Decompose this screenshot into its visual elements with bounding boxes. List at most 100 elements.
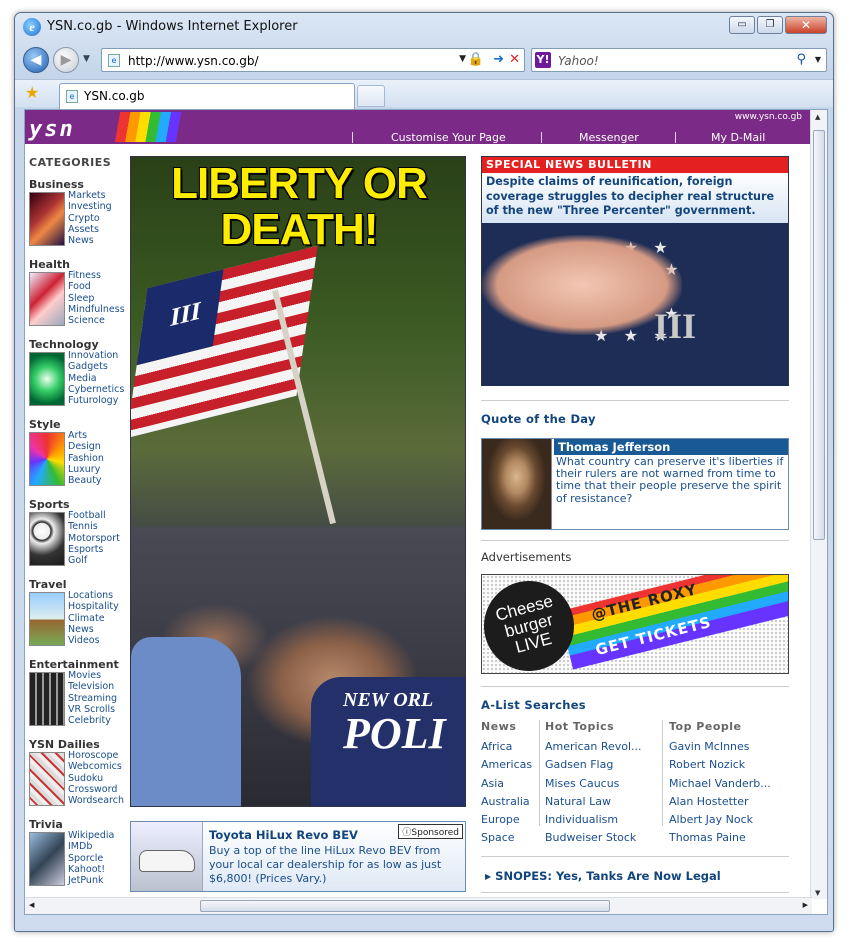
alist-link[interactable]: Budweiser Stock bbox=[545, 829, 642, 847]
scroll-down-icon[interactable]: ▼ bbox=[815, 889, 820, 897]
category-link[interactable]: Gadgets bbox=[68, 361, 124, 372]
address-dropdown-icon[interactable]: ▼ bbox=[459, 54, 466, 64]
category-link[interactable]: Esports bbox=[68, 544, 120, 555]
category-link[interactable]: Wordsearch bbox=[68, 795, 124, 806]
nav-messenger[interactable]: Messenger bbox=[579, 131, 639, 144]
category-link[interactable]: Fitness bbox=[68, 270, 125, 281]
alist-link[interactable]: Albert Jay Nock bbox=[669, 811, 771, 829]
author-portrait[interactable] bbox=[482, 439, 552, 529]
vertical-scrollbar[interactable]: ▲ ▼ bbox=[810, 110, 827, 899]
go-icon[interactable]: ➜ bbox=[493, 52, 504, 67]
category-link[interactable]: Media bbox=[68, 373, 124, 384]
quote-author[interactable]: Thomas Jefferson bbox=[554, 439, 788, 455]
alist-link[interactable]: Gadsen Flag bbox=[545, 756, 642, 774]
alist-link[interactable]: Natural Law bbox=[545, 793, 642, 811]
maximize-button[interactable]: ❐ bbox=[757, 16, 783, 34]
category-link[interactable]: Kahoot! bbox=[68, 864, 114, 875]
category-link[interactable]: Wikipedia bbox=[68, 830, 114, 841]
alist-link[interactable]: Africa bbox=[481, 738, 532, 756]
back-button[interactable]: ◀ bbox=[23, 47, 49, 73]
address-bar[interactable]: e http://www.ysn.co.gb/ ▼ 🔒 ➜ ✕ bbox=[101, 48, 525, 72]
quote-of-the-day[interactable]: Thomas Jefferson What country can preser… bbox=[481, 438, 789, 530]
category-link[interactable]: Assets bbox=[68, 224, 112, 235]
horizontal-scroll-thumb[interactable] bbox=[200, 900, 610, 912]
trivia-thumbnail[interactable] bbox=[29, 832, 65, 886]
search-input[interactable]: Yahoo! bbox=[558, 54, 599, 68]
category-link[interactable]: Sudoku bbox=[68, 773, 124, 784]
category-link[interactable]: Hospitality bbox=[68, 601, 119, 612]
category-link[interactable]: News bbox=[68, 235, 112, 246]
category-link[interactable]: Investing bbox=[68, 201, 112, 212]
category-link[interactable]: VR Scrolls bbox=[68, 704, 117, 715]
category-link[interactable]: Climate bbox=[68, 613, 119, 624]
minimize-button[interactable]: ▭ bbox=[729, 16, 755, 34]
search-icon[interactable]: ⚲ bbox=[796, 52, 806, 67]
category-link[interactable]: Locations bbox=[68, 590, 119, 601]
nav-dmail[interactable]: My D-Mail bbox=[711, 131, 765, 144]
nav-customise[interactable]: Customise Your Page bbox=[391, 131, 506, 144]
bulletin-image[interactable]: ★ ★ ★★ ★★ ★★ ★ ★ III bbox=[482, 223, 788, 386]
category-link[interactable]: Science bbox=[68, 315, 125, 326]
snopes-headline[interactable]: ▶ SNOPES: Yes, Tanks Are Now Legal bbox=[485, 869, 721, 883]
category-link[interactable]: Beauty bbox=[68, 475, 104, 486]
travel-thumbnail[interactable] bbox=[29, 592, 65, 646]
category-link[interactable]: Luxury bbox=[68, 464, 104, 475]
category-link[interactable]: Markets bbox=[68, 190, 112, 201]
hero-image[interactable]: III NEW ORL POLI LIBERTY OR DEATH! bbox=[130, 156, 466, 807]
category-link[interactable]: Videos bbox=[68, 635, 119, 646]
alist-link[interactable]: Gavin McInnes bbox=[669, 738, 771, 756]
category-link[interactable]: Futurology bbox=[68, 395, 124, 406]
news-bulletin[interactable]: SPECIAL NEWS BULLETIN Despite claims of … bbox=[481, 156, 789, 386]
car-image[interactable] bbox=[131, 822, 203, 891]
category-link[interactable]: JetPunk bbox=[68, 875, 114, 886]
category-link[interactable]: Movies bbox=[68, 670, 117, 681]
scroll-up-icon[interactable]: ▲ bbox=[815, 113, 820, 121]
snopes-text[interactable]: SNOPES: Yes, Tanks Are Now Legal bbox=[495, 869, 721, 883]
tab-ysn[interactable]: e YSN.co.gb bbox=[59, 83, 355, 109]
new-tab-button[interactable] bbox=[357, 85, 385, 107]
alist-link[interactable]: Robert Nozick bbox=[669, 756, 771, 774]
alist-link[interactable]: Americas bbox=[481, 756, 532, 774]
category-link[interactable]: Fashion bbox=[68, 453, 104, 464]
bulletin-headline[interactable]: Despite claims of reunification, foreign… bbox=[482, 173, 788, 223]
category-link[interactable]: Design bbox=[68, 441, 104, 452]
alist-link[interactable]: Space bbox=[481, 829, 532, 847]
alist-link[interactable]: Europe bbox=[481, 811, 532, 829]
category-link[interactable]: Crossword bbox=[68, 784, 124, 795]
forward-button[interactable]: ▶ bbox=[53, 47, 79, 73]
category-link[interactable]: Crypto bbox=[68, 213, 112, 224]
category-link[interactable]: Arts bbox=[68, 430, 104, 441]
stop-icon[interactable]: ✕ bbox=[509, 52, 520, 67]
style-thumbnail[interactable] bbox=[29, 432, 65, 486]
category-link[interactable]: Football bbox=[68, 510, 120, 521]
search-options-icon[interactable]: ▼ bbox=[815, 55, 821, 64]
alist-link[interactable]: Mises Caucus bbox=[545, 775, 642, 793]
scroll-left-icon[interactable]: ◀ bbox=[29, 901, 34, 909]
roxy-ad-banner[interactable]: @THE ROXY GET TICKETS Cheese burger LIVE bbox=[481, 574, 789, 674]
category-link[interactable]: Celebrity bbox=[68, 715, 117, 726]
search-box[interactable]: Y! Yahoo! ⚲ ▼ bbox=[531, 48, 827, 72]
category-link[interactable]: Webcomics bbox=[68, 761, 124, 772]
technology-thumbnail[interactable] bbox=[29, 352, 65, 406]
alist-link[interactable]: Individualism bbox=[545, 811, 642, 829]
sports-thumbnail[interactable] bbox=[29, 512, 65, 566]
sponsored-ad[interactable]: Toyota HiLux Revo BEV ⓘSponsored Buy a t… bbox=[130, 821, 466, 892]
category-link[interactable]: Golf bbox=[68, 555, 120, 566]
health-thumbnail[interactable] bbox=[29, 272, 65, 326]
dailies-thumbnail[interactable] bbox=[29, 752, 65, 806]
alist-link[interactable]: Alan Hostetter bbox=[669, 793, 771, 811]
alist-link[interactable]: Michael Vanderb... bbox=[669, 775, 771, 793]
category-link[interactable]: Tennis bbox=[68, 521, 120, 532]
category-link[interactable]: IMDb bbox=[68, 841, 114, 852]
category-link[interactable]: Motorsport bbox=[68, 533, 120, 544]
ad-title[interactable]: Toyota HiLux Revo BEV bbox=[209, 828, 358, 842]
history-dropdown-icon[interactable]: ▼ bbox=[83, 54, 90, 64]
category-link[interactable]: Food bbox=[68, 281, 125, 292]
lock-icon[interactable]: 🔒 bbox=[468, 52, 484, 67]
business-thumbnail[interactable] bbox=[29, 192, 65, 246]
sponsored-badge[interactable]: ⓘSponsored bbox=[398, 824, 463, 839]
category-link[interactable]: News bbox=[68, 624, 119, 635]
favorites-star-icon[interactable]: ★ bbox=[25, 83, 39, 102]
alist-link[interactable]: Australia bbox=[481, 793, 532, 811]
category-link[interactable]: Mindfulness bbox=[68, 304, 125, 315]
